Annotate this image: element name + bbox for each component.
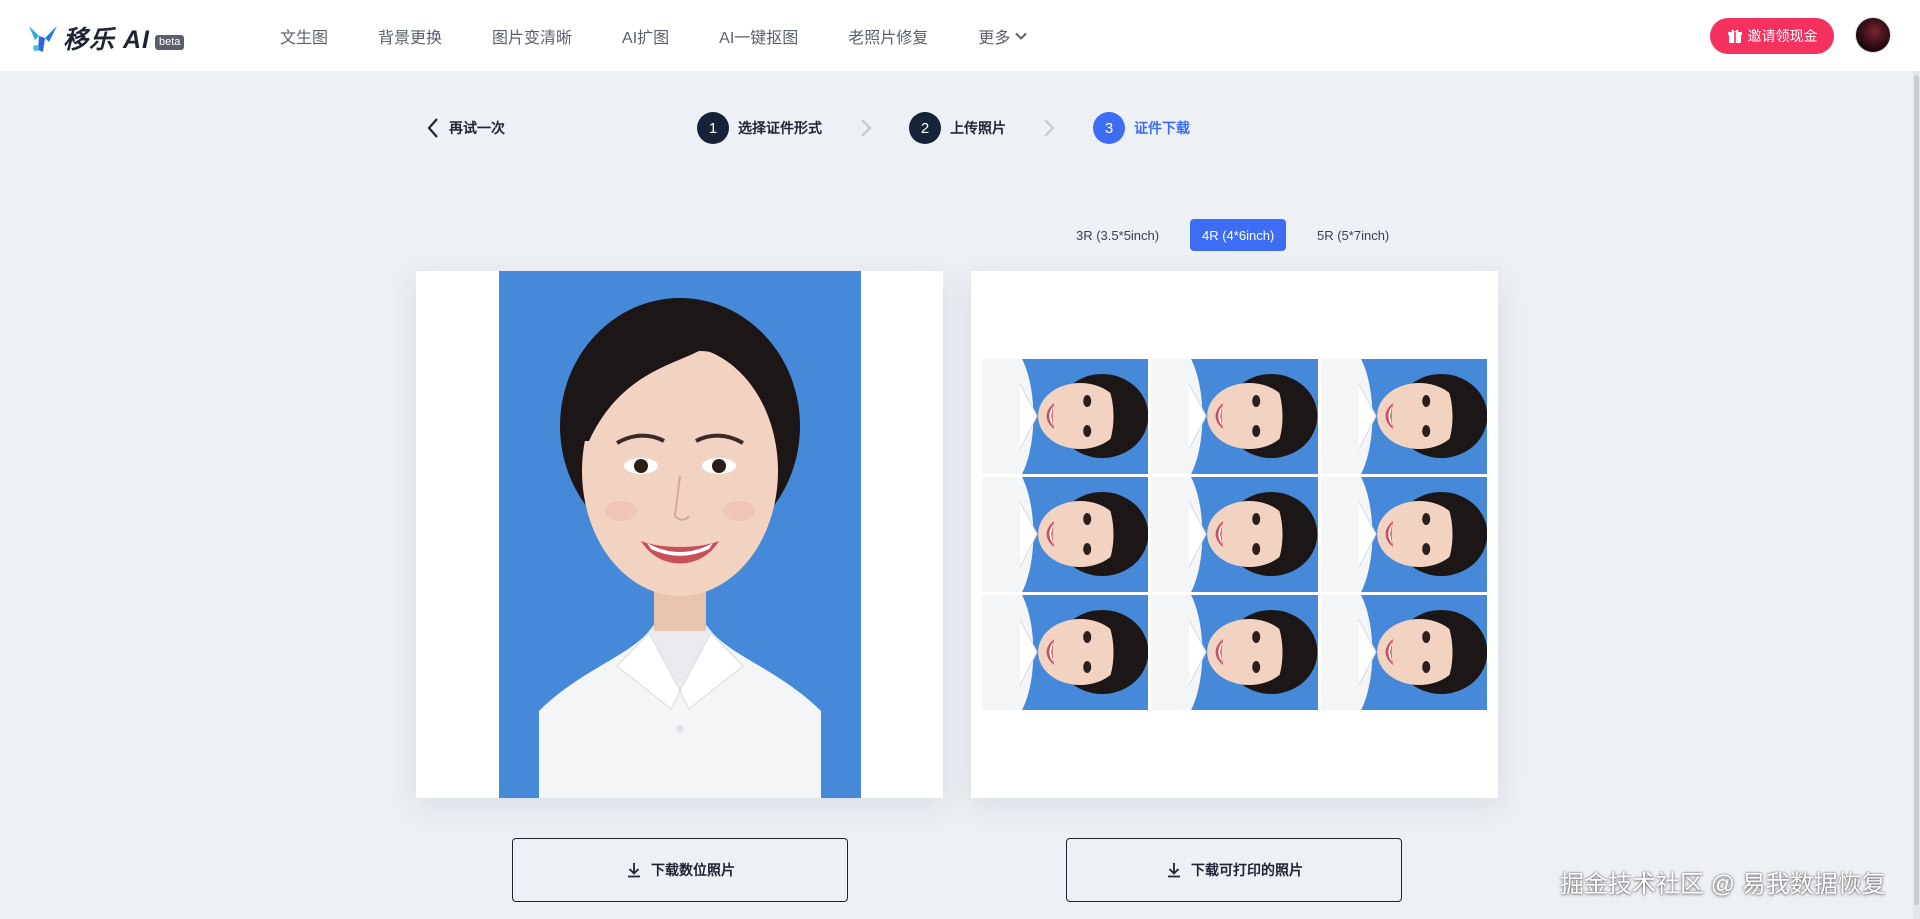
nav-text-to-image[interactable]: 文生图 xyxy=(280,24,328,48)
nav-ai-outpaint[interactable]: AI扩图 xyxy=(622,24,669,48)
print-thumbnail xyxy=(1320,595,1487,710)
main-nav: 文生图 背景更换 图片变清晰 AI扩图 AI一键抠图 老照片修复 更多 xyxy=(280,0,1078,71)
download-printable-photo-button[interactable]: 下载可打印的照片 xyxy=(1066,838,1402,902)
download-digital-photo-button[interactable]: 下载数位照片 xyxy=(512,838,848,902)
thumbnail-figure xyxy=(1320,595,1487,710)
download-icon xyxy=(1168,863,1180,878)
retry-back-link[interactable]: 再试一次 xyxy=(424,116,505,140)
chevron-right-icon xyxy=(861,119,872,137)
step-download-id: 3 证件下载 xyxy=(1093,112,1190,144)
print-thumbnail xyxy=(1320,477,1487,592)
step-number: 1 xyxy=(697,112,729,144)
printable-sheet-preview xyxy=(971,271,1498,798)
size-tab-4r[interactable]: 4R (4*6inch) xyxy=(1190,219,1287,251)
nav-background-replace[interactable]: 背景更换 xyxy=(378,24,442,48)
thumbnail-figure xyxy=(1151,359,1318,474)
print-thumbnail xyxy=(982,359,1149,474)
print-thumbnail xyxy=(1320,359,1487,474)
step-number: 3 xyxy=(1093,112,1125,144)
gift-icon xyxy=(1727,29,1742,43)
download-digital-label: 下载数位照片 xyxy=(651,862,735,878)
step-number: 2 xyxy=(909,112,941,144)
thumbnail-figure xyxy=(1151,477,1318,592)
site-watermark: 掘金技术社区 @ 易我数据恢复 xyxy=(1560,871,1886,898)
nav-ai-cutout[interactable]: AI一键抠图 xyxy=(719,24,798,48)
nav-more-label: 更多 xyxy=(978,29,1011,47)
thumbnail-figure xyxy=(982,477,1149,592)
thumbnail-figure xyxy=(982,595,1149,710)
print-thumbnail xyxy=(1151,595,1318,710)
invite-cash-label: 邀请领现金 xyxy=(1747,28,1818,44)
step-label: 证件下载 xyxy=(1134,120,1190,136)
chevron-down-icon xyxy=(1015,32,1028,40)
step-label: 上传照片 xyxy=(950,120,1006,136)
top-navbar: 移乐 AI beta 文生图 背景更换 图片变清晰 AI扩图 AI一键抠图 老照… xyxy=(0,0,1920,71)
print-thumbnail xyxy=(1151,477,1318,592)
chevron-left-icon xyxy=(427,118,438,138)
invite-cash-button[interactable]: 邀请领现金 xyxy=(1710,18,1834,54)
size-tab-5r[interactable]: 5R (5*7inch) xyxy=(1305,219,1401,251)
beta-badge: beta xyxy=(154,34,185,50)
portrait-figure xyxy=(539,298,821,798)
logo-name: 移乐 AI xyxy=(63,26,150,54)
retry-label: 再试一次 xyxy=(449,120,505,136)
digital-photo-preview xyxy=(416,271,943,798)
size-tab-3r[interactable]: 3R (3.5*5inch) xyxy=(1064,219,1171,251)
print-thumbnail xyxy=(982,595,1149,710)
print-thumbnail xyxy=(982,477,1149,592)
nav-more[interactable]: 更多 xyxy=(978,24,1028,48)
chevron-right-icon xyxy=(1044,119,1055,137)
step-upload-photo: 2 上传照片 xyxy=(909,112,1006,144)
thumbnail-figure xyxy=(1151,595,1318,710)
thumbnail-figure xyxy=(1320,477,1487,592)
download-icon xyxy=(628,863,640,878)
step-label: 选择证件形式 xyxy=(738,120,822,136)
page-scrollbar-thumb[interactable] xyxy=(1914,75,1919,905)
logo-icon xyxy=(29,26,57,52)
user-avatar[interactable] xyxy=(1855,17,1891,53)
download-printable-label: 下载可打印的照片 xyxy=(1191,862,1303,878)
nav-image-enhance[interactable]: 图片变清晰 xyxy=(492,24,572,48)
id-portrait-image xyxy=(499,271,861,798)
step-select-id-type: 1 选择证件形式 xyxy=(697,112,822,144)
thumbnail-figure xyxy=(982,359,1149,474)
print-sheet-grid xyxy=(982,359,1487,710)
print-thumbnail xyxy=(1151,359,1318,474)
thumbnail-figure xyxy=(1320,359,1487,474)
logo[interactable]: 移乐 AI beta xyxy=(27,20,185,56)
nav-old-photo-restore[interactable]: 老照片修复 xyxy=(848,24,928,48)
